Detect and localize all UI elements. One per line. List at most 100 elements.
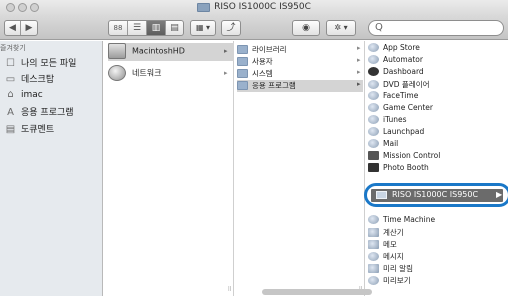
list-item-reminders[interactable]: 미리 알림 xyxy=(368,263,506,275)
view-mode-control: 88 ☰ ▥ ▤ xyxy=(108,20,184,36)
mail-icon xyxy=(368,139,379,148)
search-input[interactable] xyxy=(385,22,495,34)
folder-icon xyxy=(237,81,248,90)
list-item-messages[interactable]: 메시지 xyxy=(368,251,506,263)
list-item-photo-booth[interactable]: Photo Booth xyxy=(368,163,506,175)
folder-icon xyxy=(197,2,211,12)
sidebar-item-label: 도큐멘트 xyxy=(21,125,55,135)
column-resize-handle[interactable]: ll xyxy=(228,286,231,293)
preview-icon xyxy=(368,276,379,285)
coverflow-view-button[interactable]: ▤ xyxy=(166,21,183,35)
toolbar: ◀ ▶ 88 ☰ ▥ ▤ ▦ ▾ ⤴ ◉ ✲ ▾ Q xyxy=(0,16,508,40)
list-item-time-machine[interactable]: Time Machine xyxy=(368,215,506,227)
forward-button[interactable]: ▶ xyxy=(21,21,37,35)
list-item-itunes[interactable]: iTunes xyxy=(368,115,506,127)
home-icon: ⌂ xyxy=(7,89,14,100)
arrange-button[interactable]: ▦ ▾ xyxy=(190,20,216,36)
list-item-users[interactable]: 사용자 ▸ xyxy=(237,56,363,68)
sidebar-item-label: 데스크탑 xyxy=(21,75,55,85)
sidebar-item-desktop[interactable]: ▭ 데스크탑 xyxy=(4,72,100,86)
list-item-network[interactable]: 네트워크 ▸ xyxy=(108,65,234,83)
list-item-label: App Store xyxy=(383,43,420,52)
sidebar-item-applications[interactable]: A 응용 프로그램 xyxy=(4,105,100,119)
sidebar-item-label: 응용 프로그램 xyxy=(21,108,74,118)
list-item-launchpad[interactable]: Launchpad xyxy=(368,127,506,139)
chevron-right-icon: ▸ xyxy=(357,56,361,64)
list-item-automator[interactable]: Automator xyxy=(368,55,506,67)
photo-booth-icon xyxy=(368,163,379,172)
list-item-label: 메모 xyxy=(383,240,397,249)
action-button[interactable]: ✲ ▾ xyxy=(326,20,356,36)
list-item-label: 메시지 xyxy=(383,252,404,261)
sidebar-item-label: imac xyxy=(21,90,43,100)
list-item-system[interactable]: 시스템 ▸ xyxy=(237,68,363,80)
list-item-app-store[interactable]: App Store xyxy=(368,43,506,55)
back-button[interactable]: ◀ xyxy=(5,21,21,35)
list-item-label: Automator xyxy=(383,55,423,64)
folder-icon xyxy=(237,69,248,78)
list-item-mail[interactable]: Mail xyxy=(368,139,506,151)
list-item-label: 사용자 xyxy=(252,57,273,66)
list-item-label: FaceTime xyxy=(383,91,419,100)
list-item-notes[interactable]: 메모 xyxy=(368,239,506,251)
sidebar-item-label: 나의 모든 파일 xyxy=(21,59,77,69)
list-item-label: DVD 플레이어 xyxy=(383,80,430,89)
sidebar-item-documents[interactable]: ▤ 도큐멘트 xyxy=(4,122,100,136)
list-item-label: Game Center xyxy=(383,103,433,112)
list-item-dvd-player[interactable]: DVD 플레이어 xyxy=(368,79,506,91)
list-item-label: Time Machine xyxy=(383,215,436,224)
horizontal-scrollbar[interactable] xyxy=(262,289,372,295)
quick-look-button[interactable]: ◉ xyxy=(292,20,320,36)
column-view-button[interactable]: ▥ xyxy=(147,21,166,35)
folder-icon xyxy=(237,45,248,54)
column-applications: App Store Automator Dashboard DVD 플레이어 F… xyxy=(366,41,508,296)
hard-drive-icon xyxy=(108,43,126,59)
list-item-label: 미리 알림 xyxy=(383,264,413,273)
reminders-icon xyxy=(368,264,379,273)
list-item-dashboard[interactable]: Dashboard xyxy=(368,67,506,79)
search-field[interactable]: Q xyxy=(368,20,504,36)
chevron-right-icon: ▸ xyxy=(357,80,361,88)
search-icon: Q xyxy=(375,22,383,33)
dvd-player-icon xyxy=(368,80,379,89)
list-item-label: 계산기 xyxy=(383,228,404,237)
finder-window: RISO IS1000C IS950C ◀ ▶ 88 ☰ ▥ ▤ ▦ ▾ ⤴ ◉… xyxy=(0,0,508,296)
list-item-macintoshhd[interactable]: MacintoshHD ▸ xyxy=(108,43,234,61)
list-item-label: 시스템 xyxy=(252,69,273,78)
column-macintoshhd: 라이브러리 ▸ 사용자 ▸ 시스템 ▸ 응용 프로그램 ▸ ll xyxy=(235,41,365,296)
list-item-label: 라이브러리 xyxy=(252,45,287,54)
list-view-button[interactable]: ☰ xyxy=(128,21,147,35)
notes-icon xyxy=(368,240,379,249)
facetime-icon xyxy=(368,91,379,100)
list-item-label: RISO IS1000C IS950C xyxy=(392,190,479,199)
list-item-label: iTunes xyxy=(383,115,407,124)
mission-control-icon xyxy=(368,151,379,160)
chevron-right-icon: ▸ xyxy=(357,44,361,52)
sidebar-item-all-files[interactable]: ☐ 나의 모든 파일 xyxy=(4,56,100,70)
list-item-library[interactable]: 라이브러리 ▸ xyxy=(237,44,363,56)
applications-icon: A xyxy=(7,107,14,118)
list-item-game-center[interactable]: Game Center xyxy=(368,103,506,115)
time-machine-icon xyxy=(368,215,379,224)
list-item-label: 네트워크 xyxy=(132,68,162,78)
list-item-facetime[interactable]: FaceTime xyxy=(368,91,506,103)
sidebar-header: 즐겨찾기 xyxy=(0,44,26,52)
list-item-label: Mission Control xyxy=(383,151,441,160)
share-button[interactable]: ⤴ xyxy=(221,20,241,36)
list-item-label: Launchpad xyxy=(383,127,425,136)
launchpad-icon xyxy=(368,127,379,136)
list-item-applications[interactable]: 응용 프로그램 ▸ xyxy=(237,80,363,92)
list-item-label: Photo Booth xyxy=(383,163,429,172)
title-bar: RISO IS1000C IS950C xyxy=(0,0,508,16)
window-title-text: RISO IS1000C IS950C xyxy=(214,2,311,12)
list-item-mission-control[interactable]: Mission Control xyxy=(368,151,506,163)
list-item-preview[interactable]: 미리보기 xyxy=(368,275,506,287)
column-devices: MacintoshHD ▸ 네트워크 ▸ ll xyxy=(104,41,234,296)
chevron-right-icon: ▸ xyxy=(357,68,361,76)
sidebar-item-home[interactable]: ⌂ imac xyxy=(4,89,100,103)
chevron-right-icon: ▸ xyxy=(224,47,228,55)
all-files-icon: ☐ xyxy=(6,58,15,69)
icon-view-button[interactable]: 88 xyxy=(109,21,128,35)
list-item-calculator[interactable]: 계산기 xyxy=(368,227,506,239)
list-item-riso-folder-callout[interactable]: RISO IS1000C IS950C ▶ xyxy=(364,183,508,207)
